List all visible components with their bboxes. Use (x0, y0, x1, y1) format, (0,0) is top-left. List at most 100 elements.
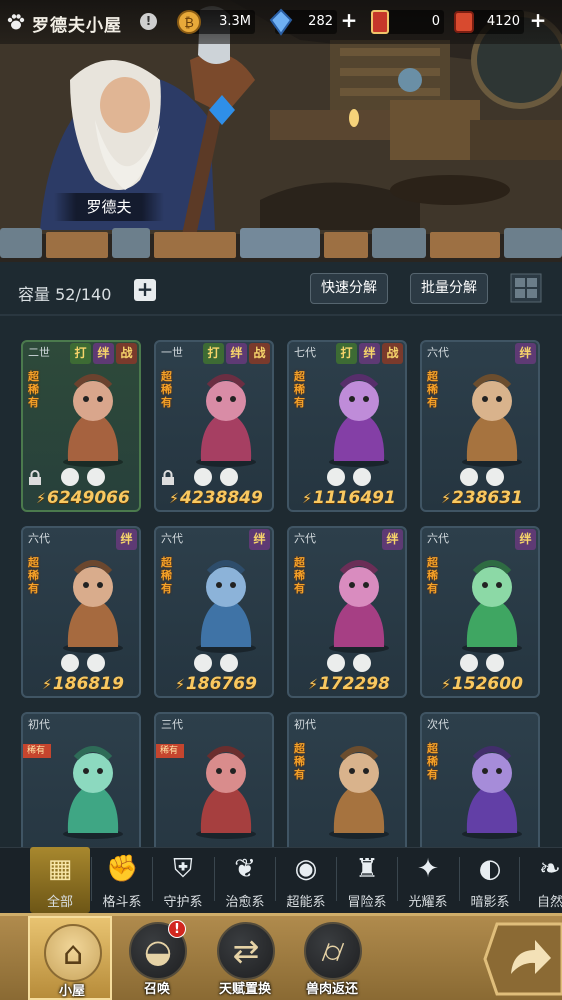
npc-name-tag: 罗德夫 (54, 193, 164, 221)
trait-tag: 打 (203, 343, 224, 364)
trait-tag: 打 (336, 343, 357, 364)
filter-psychic[interactable]: ◉ 超能系 (276, 847, 336, 913)
add-crystal-button[interactable]: + (339, 10, 359, 31)
nav-meat[interactable]: ⌭ 兽肉返还 (290, 916, 374, 1000)
power-value: 1116491 (313, 488, 396, 508)
all-icon: ▦ (47, 854, 73, 884)
house-icon: ⌂ (44, 924, 102, 982)
power-icon: ⚡ (175, 677, 185, 693)
power-icon: ⚡ (308, 677, 318, 693)
element-icons (156, 654, 272, 672)
eye-icon: ◐ (478, 854, 502, 884)
earth-icon (486, 468, 504, 486)
nav-swap[interactable]: ⇄ 天赋置换 (203, 916, 287, 1000)
expand-capacity-button[interactable]: + (134, 279, 156, 301)
meat-icon: ⌭ (304, 922, 362, 980)
batch-decompose-button[interactable]: 批量分解 (410, 273, 488, 304)
trait-tag: 绊 (93, 343, 114, 364)
beast-card[interactable]: 六代 绊超稀有 ⚡238631 (420, 340, 540, 512)
beast-card[interactable]: 一世 打绊战超稀有 ⚡4238849 (154, 340, 274, 512)
card-ticket-counter: 0 (371, 10, 444, 34)
beast-card[interactable]: 二世 打绊战超稀有 ⚡6249066 (21, 340, 141, 512)
crystal-value: 282 (308, 14, 333, 29)
crystal-counter: 282 (269, 8, 337, 36)
trait-tag: 绊 (382, 529, 403, 550)
beast-portrait (63, 746, 123, 839)
generation-label: 七代 (294, 346, 316, 359)
filter-leaf[interactable]: ❧ 自然 (520, 847, 562, 913)
power-value-row: ⚡172298 (289, 674, 405, 694)
beast-card[interactable]: 七代 打绊战超稀有 ⚡1116491 (287, 340, 407, 512)
beast-card[interactable]: 六代 绊超稀有 ⚡186819 (21, 526, 141, 698)
generation-label: 六代 (161, 532, 183, 545)
beast-card[interactable]: 六代 绊超稀有 ⚡172298 (287, 526, 407, 698)
power-value: 172298 (318, 674, 390, 694)
grid-view-icon[interactable] (510, 273, 542, 303)
filter-label: 全部 (46, 895, 73, 910)
star-icon: ✦ (417, 854, 439, 884)
forward-arrow-button[interactable] (483, 916, 562, 1000)
coin-value: 3.3M (219, 14, 251, 29)
rarity-label: 超稀有 (28, 556, 39, 595)
generation-label: 初代 (294, 718, 316, 731)
generation-label: 六代 (294, 532, 316, 545)
svg-text:₿: ₿ (184, 16, 194, 31)
capacity-label: 容量 52/140 (18, 285, 112, 304)
power-icon: ⚡ (441, 677, 451, 693)
rarity-label: 超稀有 (161, 556, 172, 595)
filter-divider (336, 857, 337, 901)
trait-tags: 绊 (382, 529, 403, 550)
power-value: 6249066 (47, 488, 130, 508)
filter-eye[interactable]: ◐ 暗影系 (460, 847, 520, 913)
filter-label: 超能系 (286, 895, 326, 910)
nav-house[interactable]: ⌂ 小屋 (28, 916, 112, 1000)
filter-star[interactable]: ✦ 光耀系 (398, 847, 458, 913)
element-icons (23, 654, 139, 672)
trait-tags: 打绊战 (70, 343, 137, 364)
filter-label: 暗影系 (470, 895, 510, 910)
filter-sprout[interactable]: ❦ 治愈系 (215, 847, 275, 913)
info-button[interactable]: ! (140, 13, 157, 30)
filter-fist[interactable]: ✊ 格斗系 (92, 847, 152, 913)
filter-divider (397, 857, 398, 901)
generation-label: 六代 (28, 532, 50, 545)
filter-label: 格斗系 (102, 895, 142, 910)
water-icon (353, 468, 371, 486)
filter-label: 光耀系 (408, 895, 448, 910)
quick-decompose-button[interactable]: 快速分解 (310, 273, 388, 304)
rarity-label: 超稀有 (294, 742, 305, 781)
earth-icon (486, 654, 504, 672)
beast-portrait (329, 560, 389, 653)
power-icon: ⚡ (302, 491, 313, 507)
nav-label: 召唤 (143, 982, 170, 997)
rarity-label: 超稀有 (427, 370, 438, 409)
filter-label: 自然 (536, 895, 562, 910)
filter-divider (459, 857, 460, 901)
trait-tag: 战 (249, 343, 270, 364)
card-ticket-icon (371, 10, 389, 34)
beast-card[interactable]: 六代 绊超稀有 ⚡186769 (154, 526, 274, 698)
swap-icon: ⇄ (217, 922, 275, 980)
filter-tower[interactable]: ♜ 冒险系 (337, 847, 397, 913)
nav-egg[interactable]: ◒ 召唤 (115, 916, 199, 1000)
beast-portrait (63, 374, 123, 467)
filter-shield[interactable]: ⛨ 守护系 (153, 847, 213, 913)
power-value-row: ⚡152600 (422, 674, 538, 694)
nav-label: 天赋置换 (218, 982, 271, 997)
water-icon (220, 468, 238, 486)
rarity-label: 超稀有 (294, 370, 305, 409)
psychic-icon: ◉ (294, 854, 318, 884)
trait-tag: 战 (382, 343, 403, 364)
beast-portrait (329, 746, 389, 839)
filter-all[interactable]: ▦ 全部 (30, 847, 90, 913)
water-icon (353, 654, 371, 672)
fist-icon: ✊ (106, 854, 139, 884)
generation-label: 六代 (427, 532, 449, 545)
generation-label: 初代 (28, 718, 50, 731)
beast-card[interactable]: 六代 绊超稀有 ⚡152600 (420, 526, 540, 698)
add-red-ticket-button[interactable]: + (528, 10, 548, 31)
element-icons (156, 468, 272, 486)
trait-tag: 战 (116, 343, 137, 364)
summon-alert-badge: ! (168, 920, 186, 938)
crystal-icon (269, 8, 293, 36)
